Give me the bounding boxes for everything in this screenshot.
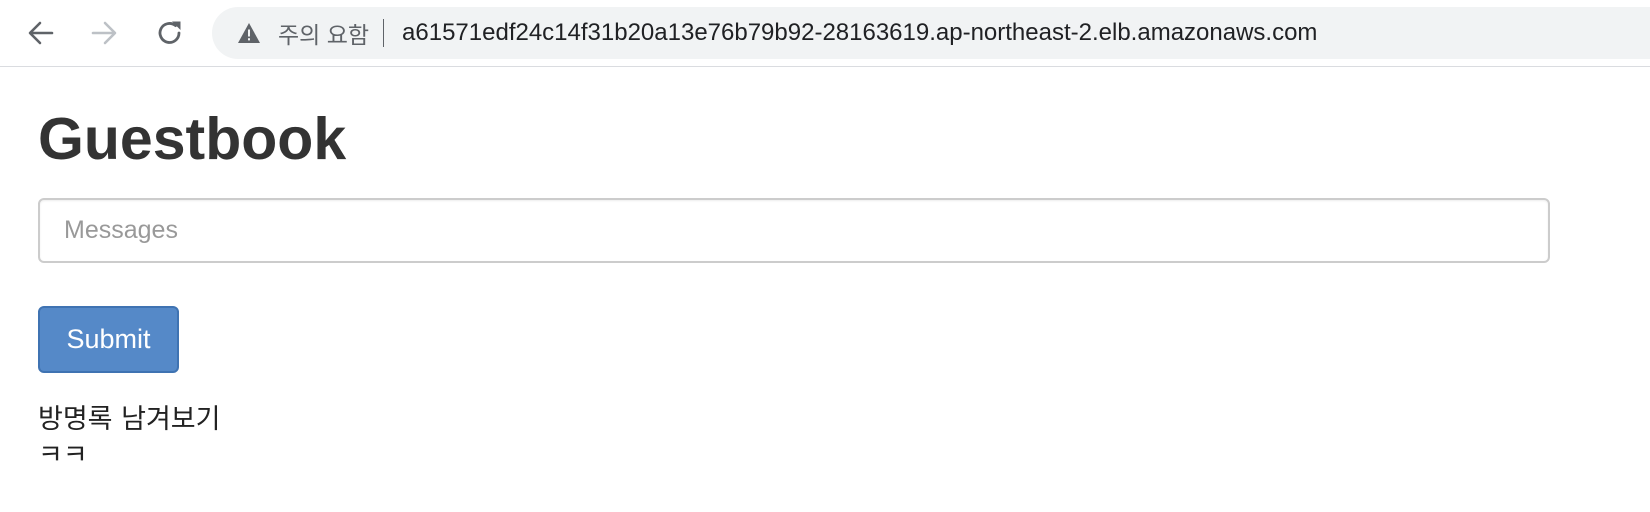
reload-icon [158,21,181,44]
browser-toolbar: 주의 요함 a61571edf24c14f31b20a13e76b79b92-2… [0,0,1650,67]
page-title: Guestbook [38,106,347,172]
submit-button[interactable]: Submit [38,306,179,373]
reload-button[interactable] [150,13,190,53]
back-button[interactable] [21,13,61,53]
arrow-left-icon [28,21,54,45]
warning-triangle-icon[interactable] [236,20,262,46]
omnibox-divider [383,19,385,47]
guestbook-entry: 방명록 남겨보기 [38,404,221,435]
security-status-label[interactable]: 주의 요함 [278,16,369,50]
forward-button[interactable] [84,13,124,53]
message-input[interactable] [38,198,1550,263]
arrow-right-icon [91,21,117,45]
guestbook-entry: ㅋㅋ [38,440,88,471]
url-text[interactable]: a61571edf24c14f31b20a13e76b79b92-2816361… [402,19,1317,47]
address-bar[interactable]: 주의 요함 a61571edf24c14f31b20a13e76b79b92-2… [212,7,1650,59]
guestbook-entries: 방명록 남겨보기 ㅋㅋ [38,402,220,512]
